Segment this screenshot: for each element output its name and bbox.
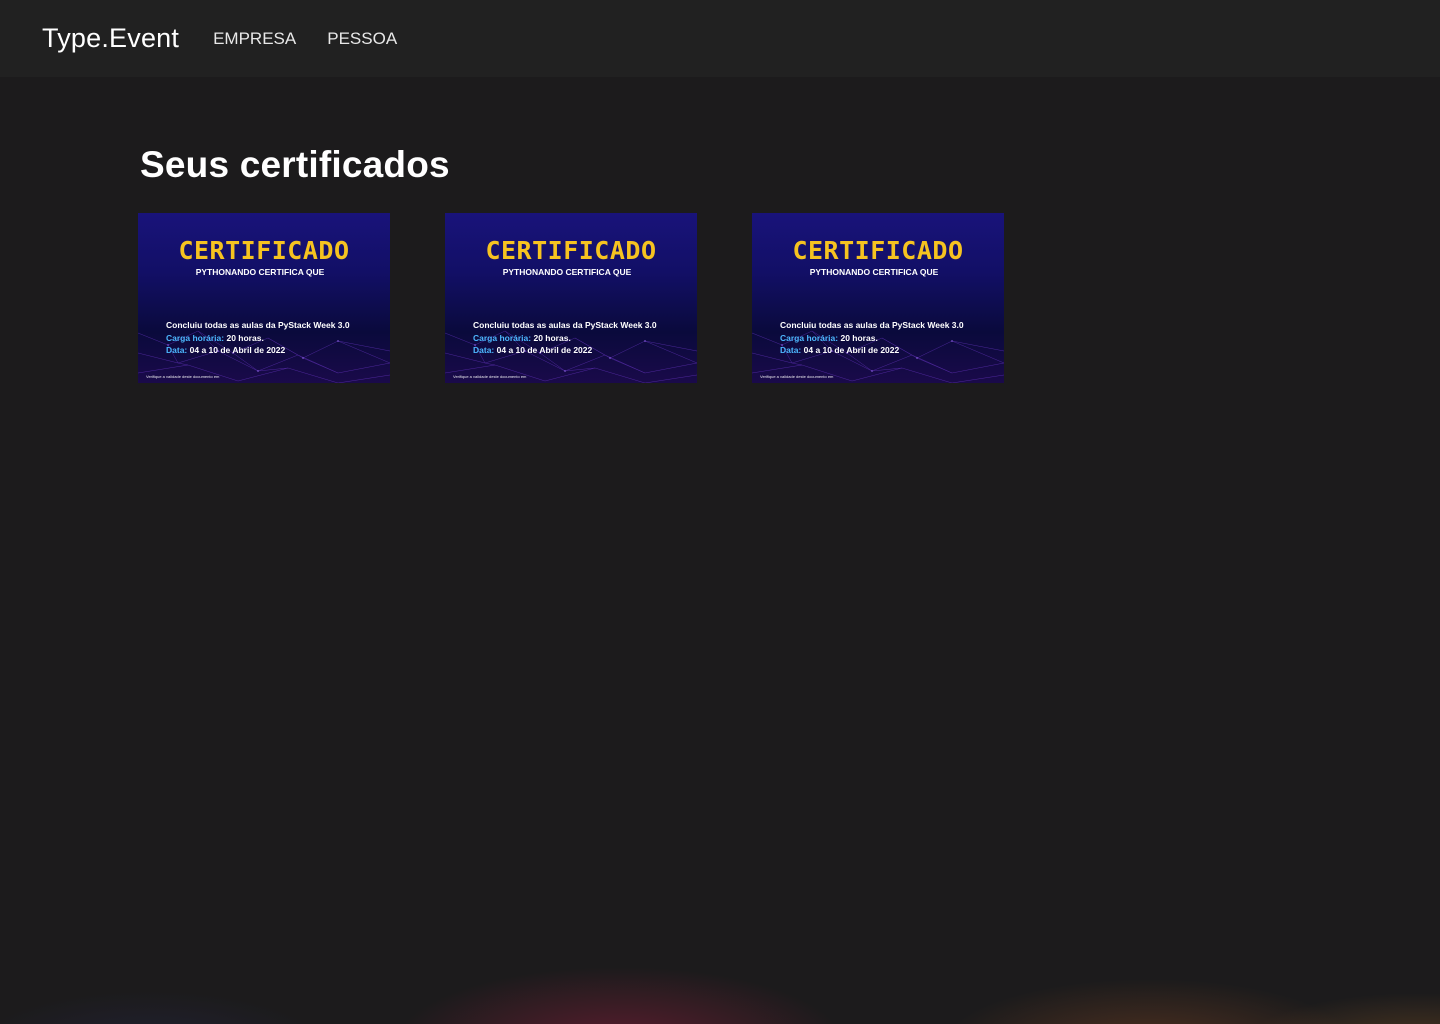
background-glow	[0, 834, 1440, 1024]
nav-link-empresa[interactable]: EMPRESA	[213, 29, 296, 49]
hours-value: 20 horas.	[840, 332, 878, 343]
certificate-heading: CERTIFICADO	[485, 236, 657, 265]
certificate-subheading: PYTHONANDO CERTIFICA QUE	[195, 267, 325, 277]
date-label: Data:	[166, 345, 188, 355]
certificate-heading: CERTIFICADO	[178, 236, 350, 265]
certificate-body: Concluiu todas as aulas da PyStack Week …	[166, 319, 350, 357]
certificate-date: Data: 04 a 10 de Abril de 2022	[780, 344, 964, 357]
certificate-hours: Carga horária: 20 horas.	[166, 332, 350, 345]
certificate-footer: Verifique a validade deste documento em	[453, 374, 527, 379]
certificate-line: Concluiu todas as aulas da PyStack Week …	[473, 320, 657, 330]
certificate-footer: Verifique a validade deste documento em	[146, 374, 220, 379]
hours-label: Carga horária:	[473, 332, 532, 343]
page-title: Seus certificados	[140, 144, 450, 185]
hours-label: Carga horária:	[166, 332, 225, 343]
certificate-subheading: PYTHONANDO CERTIFICA QUE	[809, 267, 939, 277]
hours-value: 20 horas.	[533, 332, 571, 343]
certificate-card[interactable]: CERTIFICADO PYTHONANDO CERTIFICA QUE Con…	[445, 213, 697, 383]
certificate-hours: Carga horária: 20 horas.	[780, 332, 964, 345]
date-label: Data:	[473, 345, 495, 355]
certificate-line: Concluiu todas as aulas da PyStack Week …	[166, 320, 350, 330]
certificate-hours: Carga horária: 20 horas.	[473, 332, 657, 345]
date-value: 04 a 10 de Abril de 2022	[803, 345, 900, 355]
nav-link-pessoa[interactable]: PESSOA	[327, 29, 397, 49]
certificate-footer: Verifique a validade deste documento em	[760, 374, 834, 379]
certificate-line: Concluiu todas as aulas da PyStack Week …	[780, 320, 964, 330]
certificate-card[interactable]: CERTIFICADO PYTHONANDO CERTIFICA QUE Con…	[752, 213, 1004, 383]
certificate-date: Data: 04 a 10 de Abril de 2022	[166, 344, 350, 357]
top-navbar: Type.Event EMPRESA PESSOA	[0, 0, 1440, 77]
date-value: 04 a 10 de Abril de 2022	[496, 345, 593, 355]
date-label: Data:	[780, 345, 802, 355]
certificate-date: Data: 04 a 10 de Abril de 2022	[473, 344, 657, 357]
certificate-list: CERTIFICADO PYTHONANDO CERTIFICA QUE Con…	[138, 213, 1004, 383]
certificate-body: Concluiu todas as aulas da PyStack Week …	[473, 319, 657, 357]
hours-label: Carga horária:	[780, 332, 839, 343]
certificate-body: Concluiu todas as aulas da PyStack Week …	[780, 319, 964, 357]
hours-value: 20 horas.	[226, 332, 264, 343]
certificate-card[interactable]: CERTIFICADO PYTHONANDO CERTIFICA QUE Con…	[138, 213, 390, 383]
brand-logo[interactable]: Type.Event	[42, 23, 179, 54]
certificate-heading: CERTIFICADO	[792, 236, 964, 265]
date-value: 04 a 10 de Abril de 2022	[189, 345, 286, 355]
certificate-subheading: PYTHONANDO CERTIFICA QUE	[502, 267, 632, 277]
